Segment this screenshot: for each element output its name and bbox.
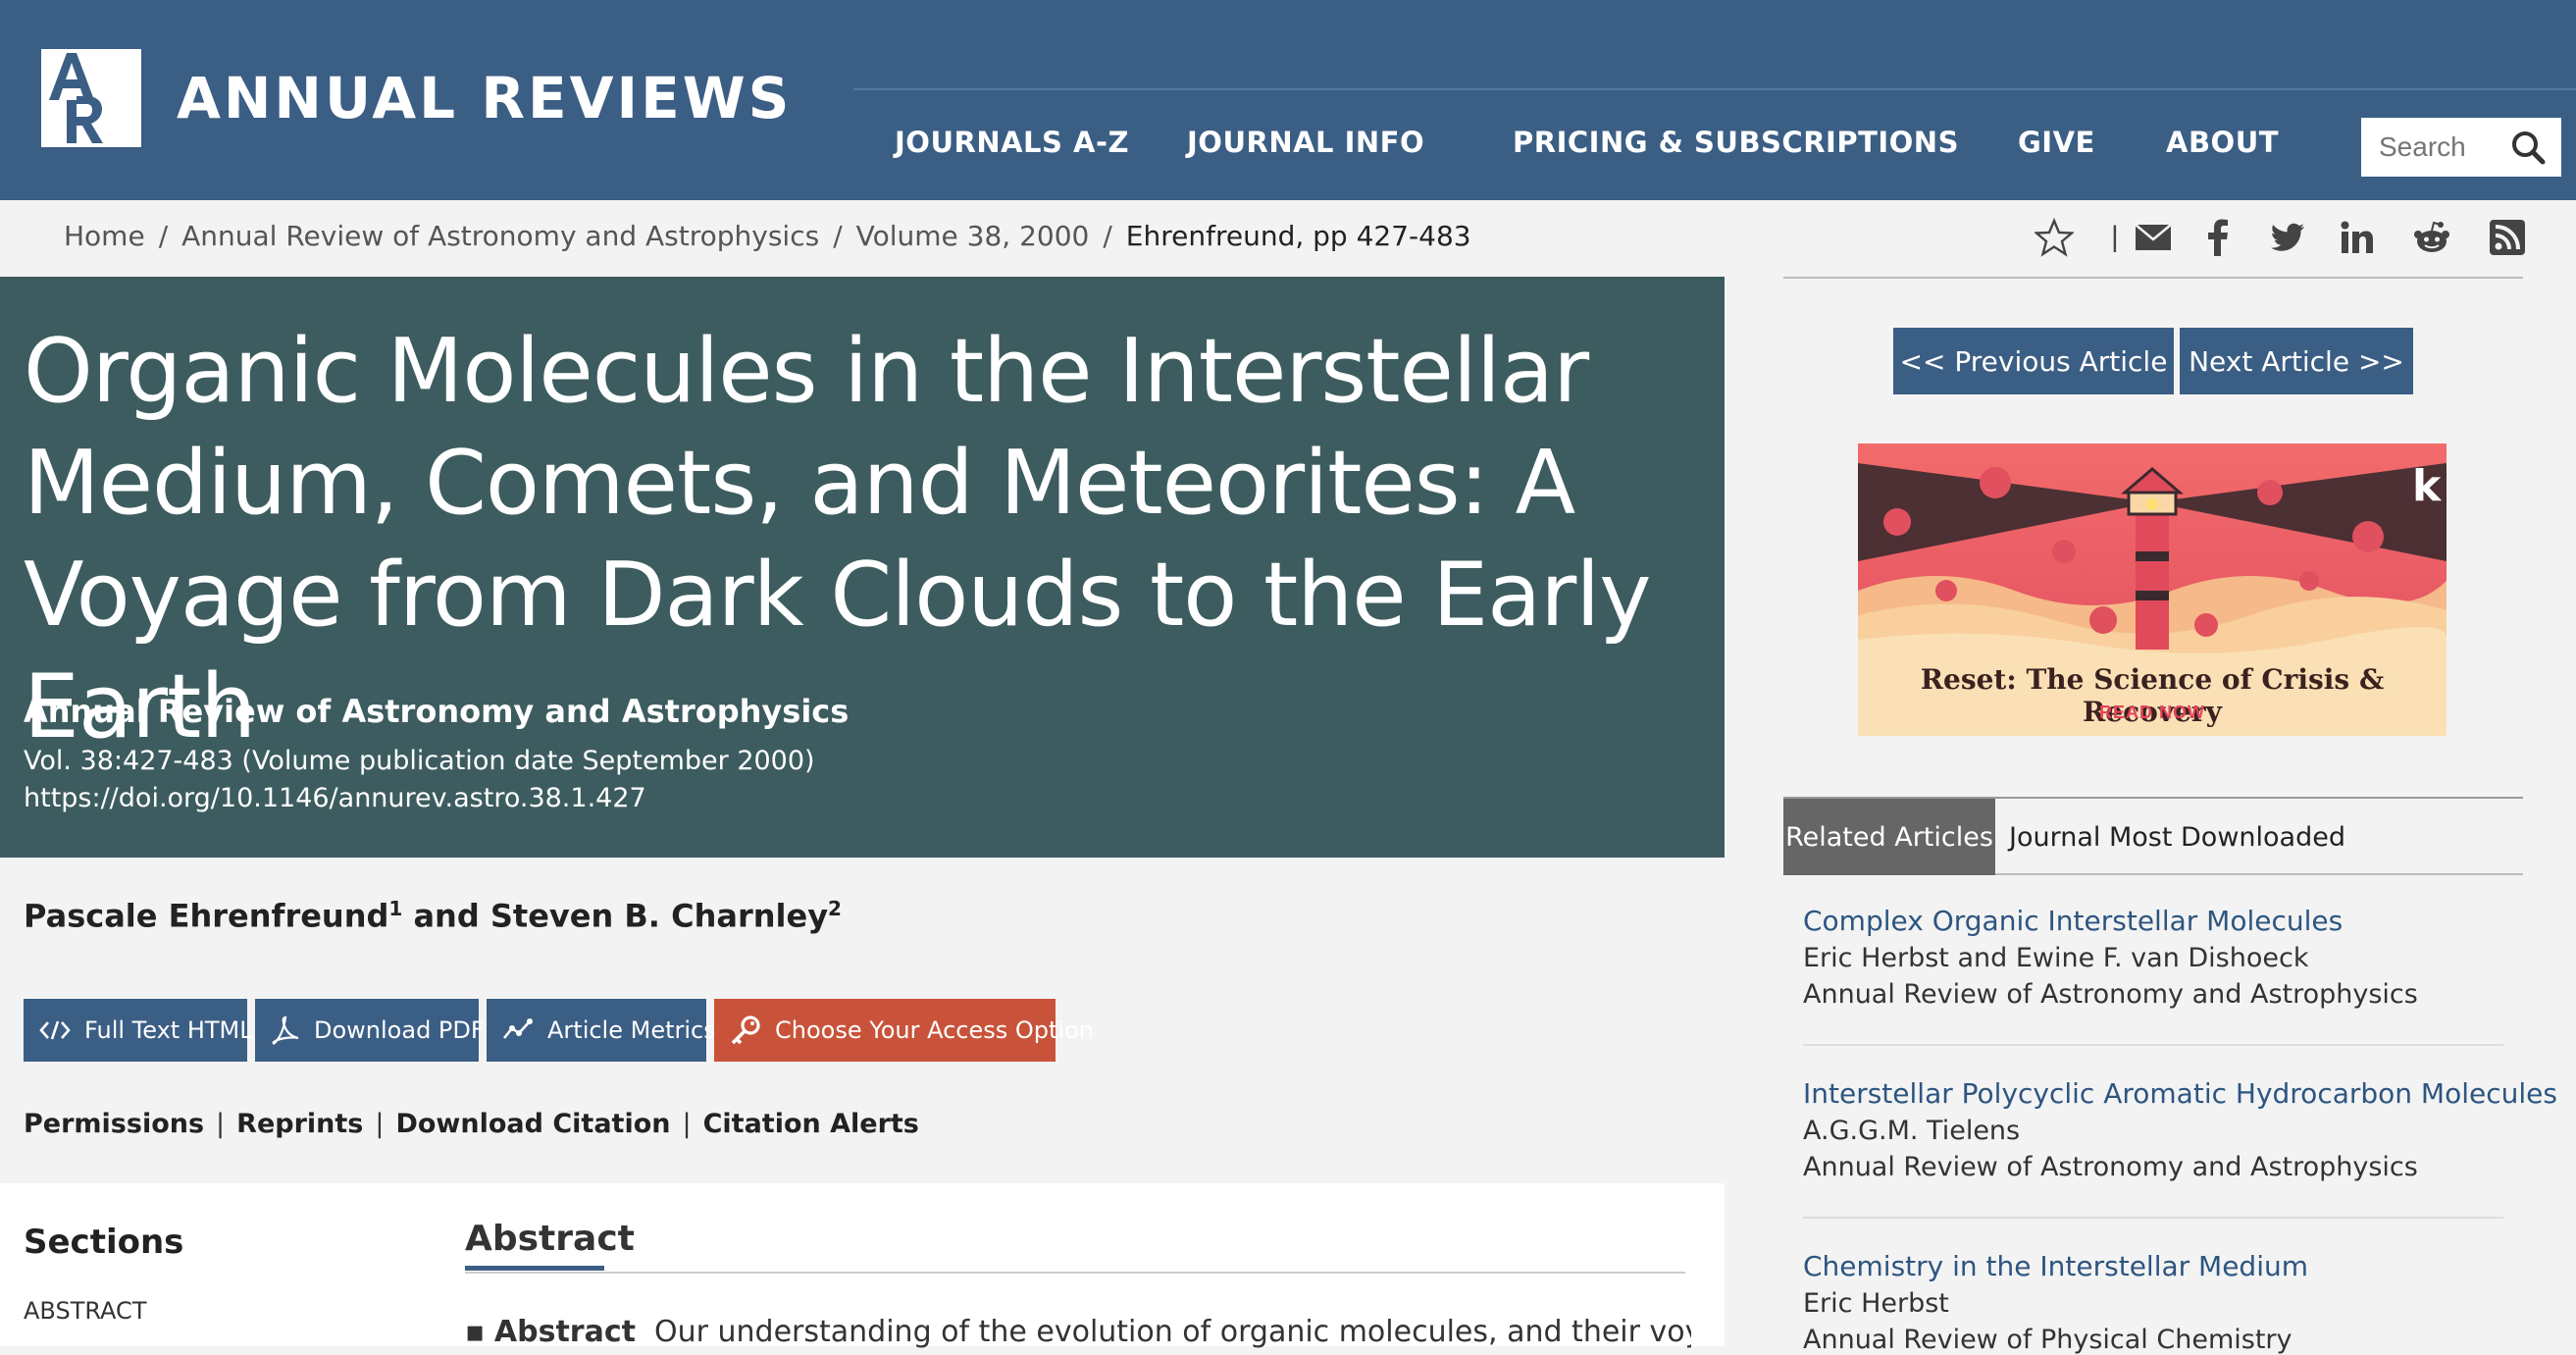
metrics-icon xyxy=(502,1018,533,1039)
author-separator: and xyxy=(402,897,490,935)
breadcrumb-journal[interactable]: Annual Review of Astronomy and Astrophys… xyxy=(181,220,819,252)
related-article-title[interactable]: Chemistry in the Interstellar Medium xyxy=(1803,1250,2509,1282)
tab-journal-most-downloaded[interactable]: Journal Most Downloaded xyxy=(2009,799,2345,875)
share-rss-button[interactable] xyxy=(2490,216,2525,259)
abstract-heading: Abstract xyxy=(465,1219,635,1259)
nav-about[interactable]: ABOUT xyxy=(2166,126,2279,169)
abstract-divider xyxy=(465,1272,1685,1274)
link-divider: | xyxy=(375,1109,385,1139)
related-tabs: Related Articles Journal Most Downloaded xyxy=(1783,797,2523,875)
author-list: Pascale Ehrenfreund1 and Steven B. Charn… xyxy=(24,897,842,935)
related-divider xyxy=(1803,1217,2503,1219)
tab-related-articles[interactable]: Related Articles xyxy=(1783,799,1995,875)
ad-logo: k xyxy=(2412,461,2443,511)
article-header: Organic Molecules in the Interstellar Me… xyxy=(0,277,1725,858)
full-text-html-button[interactable]: Full Text HTML xyxy=(24,999,253,1062)
logo-mark xyxy=(41,49,141,147)
breadcrumb-separator: / xyxy=(158,220,169,252)
related-article-journal: Annual Review of Astronomy and Astrophys… xyxy=(1803,979,2418,1010)
twitter-icon xyxy=(2271,223,2304,251)
link-divider: | xyxy=(216,1109,226,1139)
rss-icon xyxy=(2490,220,2525,255)
citation-alerts-link[interactable]: Citation Alerts xyxy=(703,1109,919,1139)
download-pdf-label: Download PDF xyxy=(314,1016,485,1044)
abstract-label: Abstract xyxy=(493,1315,636,1349)
ad-read-now[interactable]: READ NOW xyxy=(1858,703,2447,723)
next-article-button[interactable]: Next Article >> xyxy=(2180,328,2413,394)
breadcrumb-home[interactable]: Home xyxy=(64,220,145,252)
share-reddit-button[interactable] xyxy=(2413,216,2450,259)
reddit-icon xyxy=(2414,221,2449,252)
access-option-label: Choose Your Access Option xyxy=(775,1016,1094,1044)
section-link-abstract[interactable]: ABSTRACT xyxy=(24,1297,146,1325)
abstract-heading-underline xyxy=(465,1266,604,1271)
annual-reviews-logo[interactable]: ANNUAL REVIEWS xyxy=(41,49,792,147)
share-facebook-button[interactable] xyxy=(2207,216,2229,259)
author-name[interactable]: Pascale Ehrenfreund xyxy=(24,898,388,935)
abstract-text: ▪ Abstract Our understanding of the evol… xyxy=(465,1315,1691,1349)
favorite-button[interactable] xyxy=(2035,216,2074,259)
facebook-icon xyxy=(2208,219,2228,256)
breadcrumb-current: Ehrenfreund, pp 427-483 xyxy=(1125,220,1471,252)
advertisement-banner[interactable]: k Reset: The Science of Crisis & Recover… xyxy=(1858,443,2447,736)
share-divider: | xyxy=(2111,221,2119,253)
related-article-authors: Eric Herbst xyxy=(1803,1288,1949,1319)
breadcrumb-separator: / xyxy=(833,220,843,252)
abstract-body: Our understanding of the evolution of or… xyxy=(654,1315,1691,1349)
list-item: Interstellar Polycyclic Aromatic Hydroca… xyxy=(1803,1077,2557,1182)
nav-journal-info[interactable]: JOURNAL INFO xyxy=(1187,126,1424,169)
related-article-title[interactable]: Complex Organic Interstellar Molecules xyxy=(1803,905,2509,937)
share-twitter-button[interactable] xyxy=(2270,216,2305,259)
ar-logo-icon xyxy=(41,49,141,147)
full-text-html-label: Full Text HTML xyxy=(84,1016,253,1044)
logo-text: ANNUAL REVIEWS xyxy=(177,65,793,131)
list-item: Chemistry in the Interstellar Medium Eri… xyxy=(1803,1250,2509,1355)
related-divider xyxy=(1803,1044,2503,1046)
author-name[interactable]: Steven B. Charnley xyxy=(490,898,828,935)
search-box xyxy=(2361,118,2561,177)
key-icon xyxy=(731,1016,760,1045)
article-metrics-label: Article Metrics xyxy=(547,1016,716,1044)
linkedin-icon xyxy=(2341,221,2373,253)
access-option-button[interactable]: Choose Your Access Option xyxy=(714,999,1094,1062)
breadcrumb-volume[interactable]: Volume 38, 2000 xyxy=(856,220,1090,252)
reprints-link[interactable]: Reprints xyxy=(236,1109,363,1139)
search-icon[interactable] xyxy=(2510,130,2546,165)
list-item: Complex Organic Interstellar Molecules E… xyxy=(1803,905,2509,1010)
pdf-icon xyxy=(272,1016,299,1045)
author-affiliation: 2 xyxy=(828,897,842,920)
star-icon xyxy=(2035,218,2074,257)
breadcrumb: Home / Annual Review of Astronomy and Astr… xyxy=(64,220,1471,252)
header-divider xyxy=(853,88,2576,90)
nav-journals-a-z[interactable]: JOURNALS A-Z xyxy=(895,126,1129,169)
related-article-authors: A.G.G.M. Tielens xyxy=(1803,1116,2021,1146)
article-metrics-button[interactable]: Article Metrics xyxy=(487,999,716,1062)
previous-article-button[interactable]: << Previous Article xyxy=(1893,328,2174,394)
nav-give[interactable]: GIVE xyxy=(2018,126,2095,169)
download-citation-link[interactable]: Download Citation xyxy=(395,1109,670,1139)
download-pdf-button[interactable]: Download PDF xyxy=(255,999,485,1062)
doi-link[interactable]: https://doi.org/10.1146/annurev.astro.38… xyxy=(24,783,646,813)
nav-pricing-subscriptions[interactable]: PRICING & SUBSCRIPTIONS xyxy=(1513,126,1959,169)
related-article-title[interactable]: Interstellar Polycyclic Aromatic Hydroca… xyxy=(1803,1077,2557,1110)
journal-name[interactable]: Annual Review of Astronomy and Astrophys… xyxy=(24,693,849,730)
related-article-authors: Eric Herbst and Ewine F. van Dishoeck xyxy=(1803,943,2309,973)
volume-info: Vol. 38:427-483 (Volume publication date… xyxy=(24,746,815,776)
article-tools-links: Permissions | Reprints | Download Citation | C… xyxy=(24,1109,919,1139)
share-linkedin-button[interactable] xyxy=(2341,216,2374,259)
permissions-link[interactable]: Permissions xyxy=(24,1109,204,1139)
sidebar-divider xyxy=(1783,277,2523,279)
abstract-bullet: ▪ xyxy=(465,1315,486,1349)
link-divider: | xyxy=(682,1109,692,1139)
related-article-journal: Annual Review of Physical Chemistry xyxy=(1803,1325,2293,1355)
site-header: ANNUAL REVIEWS JOURNALS A-Z JOURNAL INFO… xyxy=(0,0,2576,200)
breadcrumb-separator: / xyxy=(1103,220,1112,252)
sections-heading: Sections xyxy=(24,1223,184,1262)
share-email-button[interactable] xyxy=(2135,216,2172,259)
author-affiliation: 1 xyxy=(388,897,403,920)
related-article-journal: Annual Review of Astronomy and Astrophys… xyxy=(1803,1152,2418,1182)
code-icon xyxy=(39,1020,71,1040)
search-input[interactable] xyxy=(2361,120,2499,175)
email-icon xyxy=(2135,224,2172,250)
